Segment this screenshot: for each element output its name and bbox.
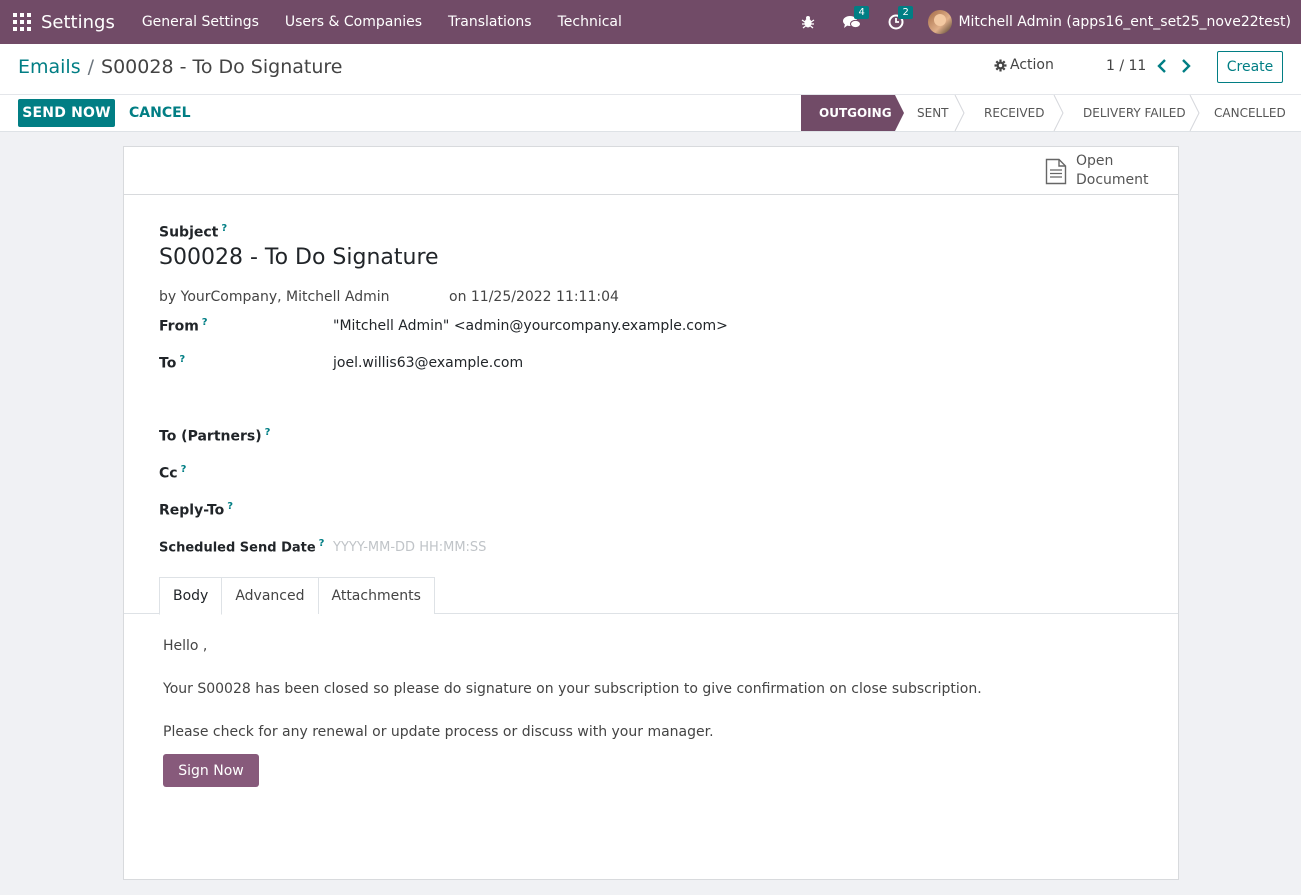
reply-to-label: Reply-To? xyxy=(159,501,233,519)
email-subject[interactable]: S00028 - To Do Signature xyxy=(159,245,439,270)
scheduled-send-date-input[interactable]: YYYY-MM-DD HH:MM:SS xyxy=(333,540,486,555)
email-author: by YourCompany, Mitchell Admin xyxy=(159,289,390,305)
smart-button-box: Open Document xyxy=(124,147,1178,195)
activities-clock-icon[interactable]: 2 xyxy=(886,6,913,32)
top-navbar: Settings General Settings Users & Compan… xyxy=(0,0,1301,44)
control-panel: Emails / S00028 - To Do Signature Action… xyxy=(0,44,1301,132)
to-label: To? xyxy=(159,354,185,372)
open-document-button[interactable]: Open Document xyxy=(1045,153,1157,189)
tab-advanced[interactable]: Advanced xyxy=(221,577,319,614)
breadcrumb-emails-link[interactable]: Emails xyxy=(18,56,81,78)
open-document-label: Open Document xyxy=(1076,153,1149,188)
status-outgoing[interactable]: OUTGOING xyxy=(801,95,904,131)
status-chevron xyxy=(1053,95,1064,131)
help-tooltip-icon[interactable]: ? xyxy=(221,223,227,234)
apps-menu-icon[interactable] xyxy=(13,13,31,31)
cc-label: Cc? xyxy=(159,464,186,482)
help-tooltip-icon[interactable]: ? xyxy=(181,464,187,475)
to-partners-label-text: To (Partners) xyxy=(159,428,262,445)
action-menu-button[interactable]: Action xyxy=(994,57,1054,73)
tab-attachments[interactable]: Attachments xyxy=(317,577,435,614)
menu-translations[interactable]: Translations xyxy=(435,0,545,44)
from-label: From? xyxy=(159,317,208,335)
gear-icon xyxy=(994,59,1007,71)
status-chevron xyxy=(954,95,965,131)
status-cancelled-label: CANCELLED xyxy=(1214,106,1286,120)
main-menu: General Settings Users & Companies Trans… xyxy=(129,0,635,44)
to-field[interactable]: joel.willis63@example.com xyxy=(333,355,523,371)
help-tooltip-icon[interactable]: ? xyxy=(202,317,208,328)
messages-count-badge: 4 xyxy=(854,6,869,19)
from-label-text: From xyxy=(159,318,199,335)
subject-label-text: Subject xyxy=(159,224,219,241)
cancel-button[interactable]: CANCEL xyxy=(129,99,191,127)
help-tooltip-icon[interactable]: ? xyxy=(319,538,325,549)
form-sheet: Open Document Subject? S00028 - To Do Si… xyxy=(123,146,1179,880)
send-now-button[interactable]: SEND NOW xyxy=(18,99,115,127)
notebook-tabs: Body Advanced Attachments xyxy=(159,577,435,615)
cc-label-text: Cc xyxy=(159,465,178,482)
status-chevron xyxy=(1189,95,1200,131)
status-received[interactable]: RECEIVED xyxy=(960,95,1064,131)
systray: 4 2 Mitchell Admin (apps16_ent_set25_nov… xyxy=(786,0,1291,44)
user-menu[interactable]: Mitchell Admin (apps16_ent_set25_nove22t… xyxy=(958,14,1291,30)
reply-to-label-text: Reply-To xyxy=(159,502,225,519)
status-sent-label: SENT xyxy=(917,106,949,120)
pager-next-icon[interactable] xyxy=(1178,57,1194,75)
status-sent[interactable]: SENT xyxy=(895,95,965,131)
help-tooltip-icon[interactable]: ? xyxy=(227,501,233,512)
help-tooltip-icon[interactable]: ? xyxy=(265,427,271,438)
pager-value[interactable]: 1 / 11 xyxy=(1106,58,1146,74)
pager-previous-icon[interactable] xyxy=(1154,57,1170,75)
status-arrow xyxy=(895,95,904,131)
user-avatar[interactable] xyxy=(928,10,953,34)
status-delivery-failed[interactable]: DELIVERY FAILED xyxy=(1059,95,1200,131)
body-paragraph-2[interactable]: Please check for any renewal or update p… xyxy=(163,724,714,740)
action-label: Action xyxy=(1010,57,1054,73)
status-bar: OUTGOING SENT RECEIVED DELIVERY FAILED C… xyxy=(801,95,1301,131)
app-name[interactable]: Settings xyxy=(41,12,115,33)
messages-chat-icon[interactable]: 4 xyxy=(842,6,869,32)
sign-now-button[interactable]: Sign Now xyxy=(163,754,259,787)
status-outgoing-label: OUTGOING xyxy=(819,106,892,120)
to-partners-label: To (Partners)? xyxy=(159,427,270,445)
tab-body[interactable]: Body xyxy=(159,577,223,615)
scheduled-send-date-label: Scheduled Send Date? xyxy=(159,538,324,555)
menu-technical[interactable]: Technical xyxy=(545,0,635,44)
body-greeting[interactable]: Hello , xyxy=(163,638,207,654)
email-date: on 11/25/2022 11:11:04 xyxy=(449,289,619,305)
document-icon xyxy=(1045,158,1067,184)
subject-label: Subject? xyxy=(159,223,227,241)
body-paragraph-1[interactable]: Your S00028 has been closed so please do… xyxy=(163,681,982,697)
breadcrumb: Emails / S00028 - To Do Signature xyxy=(18,56,342,78)
breadcrumb-separator: / xyxy=(87,56,95,78)
status-delivery-failed-label: DELIVERY FAILED xyxy=(1083,106,1186,120)
menu-general-settings[interactable]: General Settings xyxy=(129,0,272,44)
from-field[interactable]: "Mitchell Admin" <admin@yourcompany.exam… xyxy=(333,318,728,334)
breadcrumb-current: S00028 - To Do Signature xyxy=(101,56,343,78)
to-label-text: To xyxy=(159,355,177,372)
help-tooltip-icon[interactable]: ? xyxy=(179,354,185,365)
scheduled-send-date-label-text: Scheduled Send Date xyxy=(159,540,316,556)
activities-count-badge: 2 xyxy=(898,6,913,19)
menu-users-companies[interactable]: Users & Companies xyxy=(272,0,435,44)
status-cancelled[interactable]: CANCELLED xyxy=(1195,95,1301,131)
create-button[interactable]: Create xyxy=(1217,51,1283,83)
debug-bug-icon[interactable] xyxy=(798,12,818,32)
status-received-label: RECEIVED xyxy=(984,106,1045,120)
